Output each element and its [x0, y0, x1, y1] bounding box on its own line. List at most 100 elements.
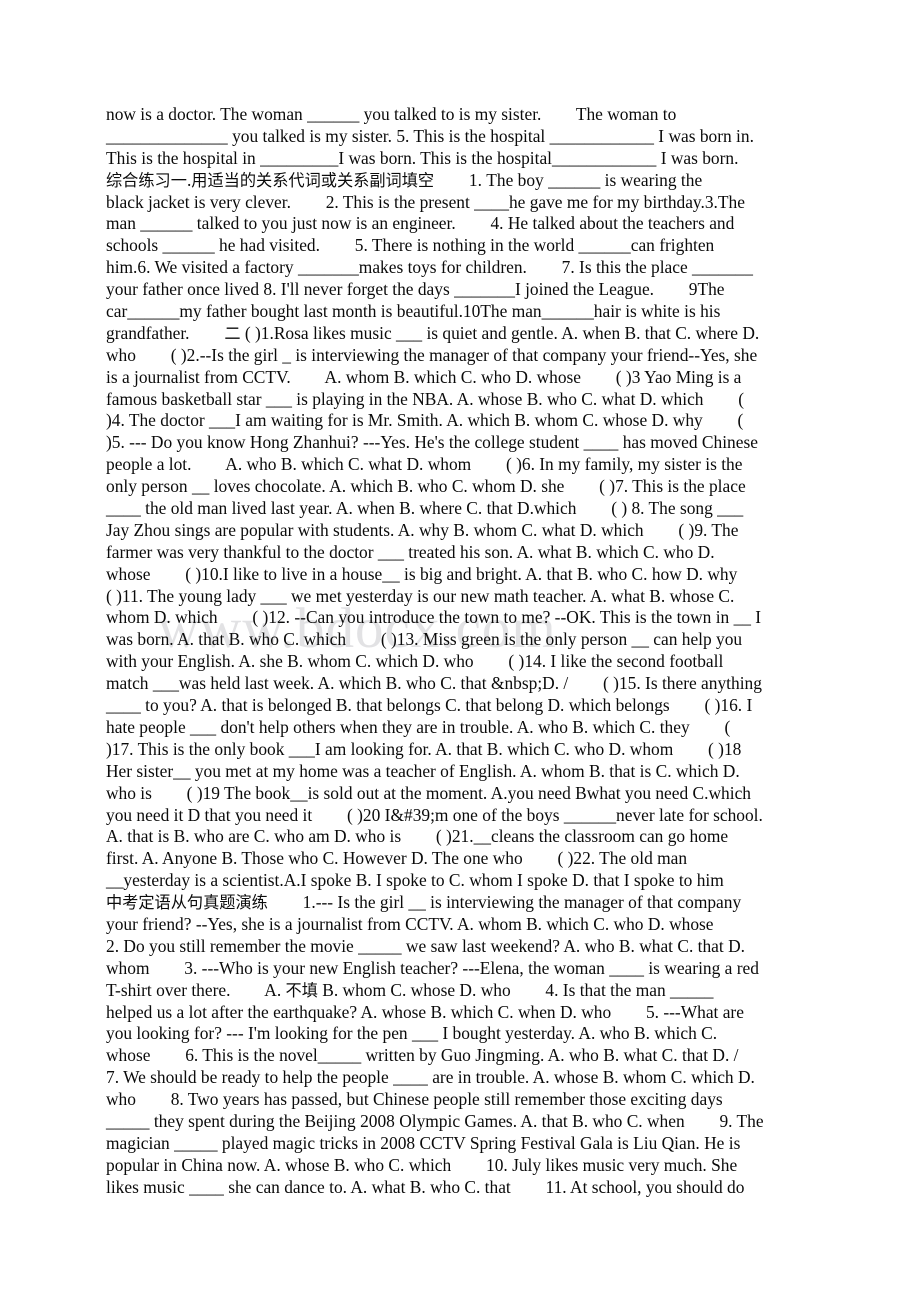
latin-run: who is ( )19 The book__is sold out at th…: [106, 782, 751, 803]
latin-run: ____ to you? A. that is belonged B. that…: [106, 695, 753, 716]
text-line: only person __ loves chocolate. A. which…: [106, 476, 822, 498]
text-line: grandfather. 二 ( )1.Rosa likes music ___…: [106, 323, 822, 345]
latin-run: your father once lived 8. I'll never for…: [106, 279, 725, 300]
latin-run: T-shirt over there. A.: [106, 979, 286, 1000]
latin-run: likes music ____ she can dance to. A. wh…: [106, 1176, 745, 1197]
latin-run: 1. The boy ______ is wearing the: [434, 169, 703, 190]
latin-run: grandfather.: [106, 322, 225, 343]
latin-run: him.6. We visited a factory _______makes…: [106, 257, 753, 278]
latin-run: match ___was held last week. A. which B.…: [106, 673, 762, 694]
text-line: ____ to you? A. that is belonged B. that…: [106, 695, 822, 717]
latin-run: whose 6. This is the novel_____ written …: [106, 1045, 739, 1066]
text-line: who is ( )19 The book__is sold out at th…: [106, 783, 822, 805]
latin-run: whom 3. ---Who is your new English teach…: [106, 957, 759, 978]
document-text-body: now is a doctor. The woman ______ you ta…: [106, 104, 822, 1199]
text-line: 2. Do you still remember the movie _____…: [106, 936, 822, 958]
text-line: 中考定语从句真题演练 1.--- Is the girl __ is inter…: [106, 892, 822, 914]
latin-run: people a lot. A. who B. which C. what D.…: [106, 454, 743, 475]
latin-run: __yesterday is a scientist.A.I spoke B. …: [106, 870, 724, 891]
latin-run: Jay Zhou sings are popular with students…: [106, 519, 739, 540]
text-line: __yesterday is a scientist.A.I spoke B. …: [106, 870, 822, 892]
text-line: whose 6. This is the novel_____ written …: [106, 1045, 822, 1067]
text-line: T-shirt over there. A. 不填 B. whom C. who…: [106, 980, 822, 1002]
latin-run: who ( )2.--Is the girl _ is interviewing…: [106, 344, 758, 365]
latin-run: man ______ talked to you just now is an …: [106, 213, 735, 234]
latin-run: ____ the old man lived last year. A. whe…: [106, 498, 744, 519]
latin-run: )5. --- Do you know Hong Zhanhui? ---Yes…: [106, 432, 758, 453]
text-line: )4. The doctor ___I am waiting for is Mr…: [106, 410, 822, 432]
latin-run: A. that is B. who are C. who am D. who i…: [106, 826, 729, 847]
text-line: your father once lived 8. I'll never for…: [106, 279, 822, 301]
text-line: This is the hospital in _________I was b…: [106, 148, 822, 170]
latin-run: farmer was very thankful to the doctor _…: [106, 541, 715, 562]
text-line: whom D. which ( )12. --Can you introduce…: [106, 607, 822, 629]
latin-run: B. whom C. whose D. who 4. Is that the m…: [317, 979, 714, 1000]
latin-run: Her sister__ you met at my home was a te…: [106, 760, 740, 781]
latin-run: 1.--- Is the girl __ is interviewing the…: [267, 892, 742, 913]
text-line: _____ they spent during the Beijing 2008…: [106, 1111, 822, 1133]
latin-run: 2. Do you still remember the movie _____…: [106, 935, 745, 956]
text-line: whose ( )10.I like to live in a house__ …: [106, 564, 822, 586]
page-top-edge: [0, 0, 920, 2]
cjk-run: 二: [224, 323, 241, 343]
text-line: famous basketball star ___ is playing in…: [106, 389, 822, 411]
text-line: likes music ____ she can dance to. A. wh…: [106, 1177, 822, 1199]
text-line: Jay Zhou sings are popular with students…: [106, 520, 822, 542]
text-line: helped us a lot after the earthquake? A.…: [106, 1002, 822, 1024]
text-line: schools ______ he had visited. 5. There …: [106, 235, 822, 257]
latin-run: )4. The doctor ___I am waiting for is Mr…: [106, 410, 744, 431]
latin-run: your friend? --Yes, she is a journalist …: [106, 913, 714, 934]
latin-run: was born. A. that B. who C. which ( )13.…: [106, 629, 743, 650]
latin-run: schools ______ he had visited. 5. There …: [106, 235, 715, 256]
latin-run: you looking for? --- I'm looking for the…: [106, 1023, 718, 1044]
text-line: was born. A. that B. who C. which ( )13.…: [106, 629, 822, 651]
text-line: popular in China now. A. whose B. who C.…: [106, 1155, 822, 1177]
latin-run: whose ( )10.I like to live in a house__ …: [106, 563, 738, 584]
text-line: )17. This is the only book ___I am looki…: [106, 739, 822, 761]
latin-run: _____ they spent during the Beijing 2008…: [106, 1110, 764, 1131]
text-line: who ( )2.--Is the girl _ is interviewing…: [106, 345, 822, 367]
latin-run: ______________ you talked is my sister. …: [106, 125, 754, 146]
text-line: you looking for? --- I'm looking for the…: [106, 1023, 822, 1045]
text-line: him.6. We visited a factory _______makes…: [106, 257, 822, 279]
text-line: with your English. A. she B. whom C. whi…: [106, 651, 822, 673]
text-line: A. that is B. who are C. who am D. who i…: [106, 826, 822, 848]
text-line: people a lot. A. who B. which C. what D.…: [106, 454, 822, 476]
cjk-run: 中考定语从句真题演练: [106, 893, 268, 913]
latin-run: hate people ___ don't help others when t…: [106, 716, 731, 737]
latin-run: helped us a lot after the earthquake? A.…: [106, 1001, 744, 1022]
text-line: farmer was very thankful to the doctor _…: [106, 542, 822, 564]
latin-run: ( )11. The young lady ___ we met yesterd…: [106, 585, 735, 606]
latin-run: now is a doctor. The woman ______ you ta…: [106, 104, 677, 124]
text-line: 综合练习一.用适当的关系代词或关系副词填空 1. The boy ______ …: [106, 170, 822, 192]
text-line: ( )11. The young lady ___ we met yesterd…: [106, 586, 822, 608]
cjk-run: 用适当的关系代词或关系副词填空: [191, 170, 435, 190]
text-line: Her sister__ you met at my home was a te…: [106, 761, 822, 783]
latin-run: you need it D that you need it ( )20 I&#…: [106, 804, 763, 825]
latin-run: first. A. Anyone B. Those who C. However…: [106, 848, 688, 869]
text-line: man ______ talked to you just now is an …: [106, 213, 822, 235]
latin-run: famous basketball star ___ is playing in…: [106, 388, 745, 409]
text-line: first. A. Anyone B. Those who C. However…: [106, 848, 822, 870]
cjk-run: 综合练习一: [106, 170, 187, 190]
text-line: hate people ___ don't help others when t…: [106, 717, 822, 739]
text-line: now is a doctor. The woman ______ you ta…: [106, 104, 822, 126]
text-line: black jacket is very clever. 2. This is …: [106, 192, 822, 214]
text-line: )5. --- Do you know Hong Zhanhui? ---Yes…: [106, 432, 822, 454]
text-line: who 8. Two years has passed, but Chinese…: [106, 1089, 822, 1111]
text-line: is a journalist from CCTV. A. whom B. wh…: [106, 367, 822, 389]
text-line: 7. We should be ready to help the people…: [106, 1067, 822, 1089]
text-line: whom 3. ---Who is your new English teach…: [106, 958, 822, 980]
latin-run: This is the hospital in _________I was b…: [106, 147, 739, 168]
latin-run: 7. We should be ready to help the people…: [106, 1067, 755, 1088]
text-line: you need it D that you need it ( )20 I&#…: [106, 805, 822, 827]
document-page: www.bdocx.com now is a doctor. The woman…: [0, 0, 920, 1302]
text-line: match ___was held last week. A. which B.…: [106, 673, 822, 695]
text-line: ______________ you talked is my sister. …: [106, 126, 822, 148]
latin-run: ( )1.Rosa likes music ___ is quiet and g…: [240, 322, 760, 343]
latin-run: popular in China now. A. whose B. who C.…: [106, 1154, 738, 1175]
text-line: ____ the old man lived last year. A. whe…: [106, 498, 822, 520]
cjk-run: 不填: [285, 980, 318, 1000]
latin-run: black jacket is very clever. 2. This is …: [106, 191, 745, 212]
text-line: car______my father bought last month is …: [106, 301, 822, 323]
